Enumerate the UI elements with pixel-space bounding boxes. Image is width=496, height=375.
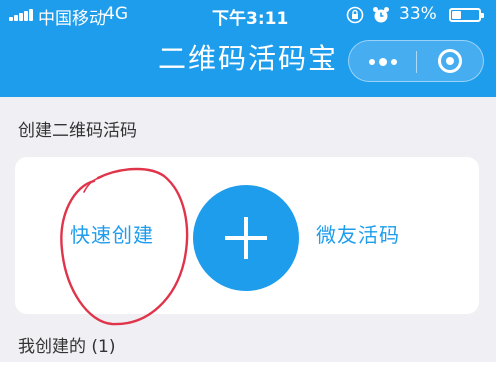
battery-level (452, 11, 461, 19)
more-dot-icon (379, 58, 387, 66)
status-bar: 中国移动 4G 下午3:11 33% (0, 0, 496, 30)
more-dot-icon (369, 59, 375, 65)
create-section-title: 创建二维码活码 (18, 121, 137, 141)
network-type: 4G (104, 4, 128, 24)
close-dot-icon (446, 57, 454, 65)
battery-percent: 33% (399, 4, 437, 24)
mini-program-capsule (348, 40, 484, 82)
page-title: 二维码活码宝 (157, 42, 338, 75)
alarm-icon (373, 7, 389, 23)
add-qrcode-button[interactable] (193, 185, 299, 291)
my-created-list (0, 362, 496, 375)
more-button[interactable] (349, 41, 416, 81)
close-button[interactable] (417, 41, 484, 81)
battery-icon (449, 8, 484, 22)
status-time: 下午3:11 (212, 9, 289, 29)
wechat-code-link[interactable]: 微友活码 (316, 222, 400, 248)
orientation-lock-icon (346, 6, 364, 24)
my-created-title: 我创建的 (1) (18, 337, 116, 357)
plus-icon-vertical (244, 217, 248, 259)
more-dot-icon (391, 59, 397, 65)
signal-icon (9, 9, 35, 21)
header: 中国移动 4G 下午3:11 33% 二维码活码宝 (0, 0, 496, 97)
quick-create-link[interactable]: 快速创建 (70, 222, 154, 248)
carrier-name: 中国移动 (38, 9, 106, 29)
